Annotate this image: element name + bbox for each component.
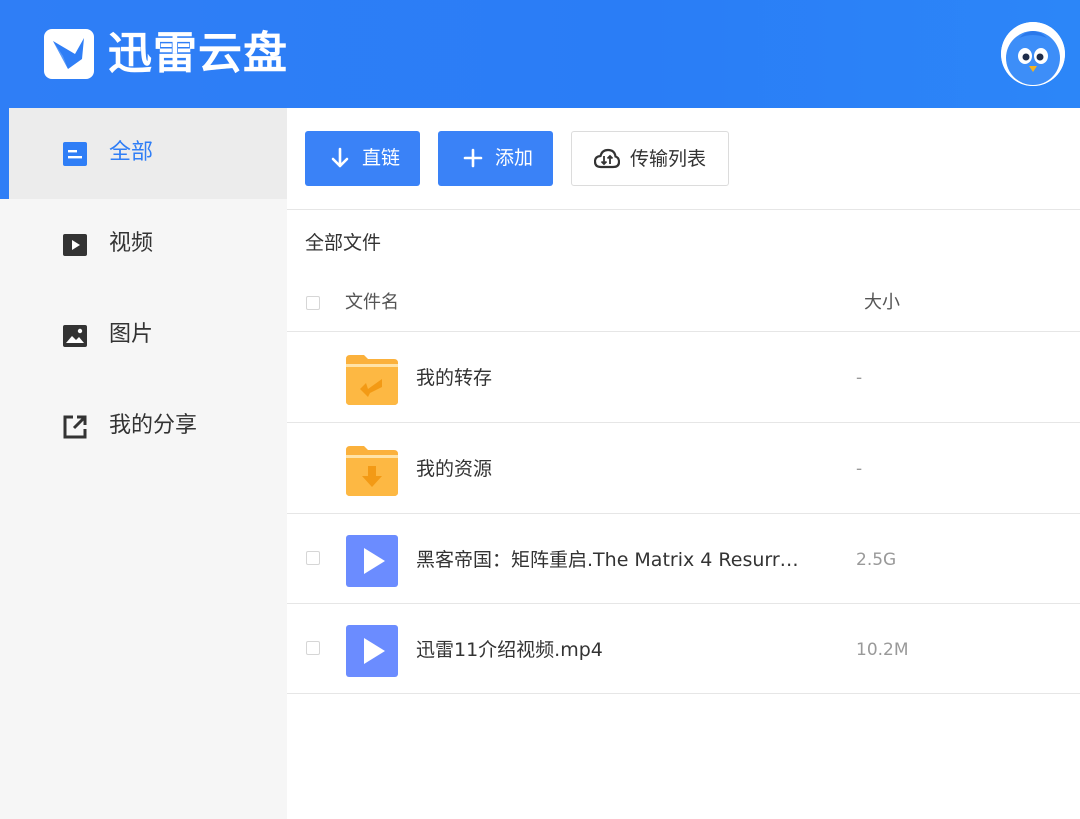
share-icon bbox=[63, 415, 87, 439]
folder-download-icon bbox=[346, 446, 398, 496]
cloud-transfer-icon bbox=[594, 148, 620, 169]
file-size: 10.2M bbox=[856, 640, 909, 660]
file-size: - bbox=[856, 459, 863, 479]
add-button[interactable]: 添加 bbox=[438, 131, 553, 186]
row-checkbox[interactable] bbox=[306, 551, 320, 565]
table-row[interactable]: 迅雷11介绍视频.mp4 10.2M bbox=[287, 604, 1080, 694]
row-checkbox[interactable] bbox=[306, 641, 320, 655]
transfer-list-button[interactable]: 传输列表 bbox=[571, 131, 729, 186]
direct-link-label: 直链 bbox=[362, 147, 401, 169]
file-list-icon bbox=[63, 142, 87, 166]
table-row[interactable]: 我的转存 - bbox=[287, 332, 1080, 422]
sidebar-item-label: 全部 bbox=[109, 140, 154, 165]
brand-title: 迅雷云盘 bbox=[108, 28, 288, 79]
arrow-down-icon bbox=[331, 147, 349, 168]
sidebar-item-my-shares[interactable]: 我的分享 bbox=[0, 381, 287, 472]
xunlei-bird-logo-icon[interactable] bbox=[44, 29, 94, 79]
add-label: 添加 bbox=[495, 147, 534, 169]
folder-transfer-icon bbox=[346, 355, 398, 405]
sidebar-item-label: 我的分享 bbox=[109, 413, 198, 438]
table-row[interactable]: 我的资源 - bbox=[287, 423, 1080, 513]
sidebar-item-images[interactable]: 图片 bbox=[0, 290, 287, 381]
video-icon bbox=[63, 234, 87, 256]
sidebar: 全部 视频 图片 我的分享 bbox=[0, 108, 287, 819]
breadcrumb: 全部文件 bbox=[305, 232, 382, 254]
plus-icon bbox=[463, 148, 483, 168]
column-header-size[interactable]: 大小 bbox=[864, 290, 900, 316]
file-name[interactable]: 我的资源 bbox=[416, 455, 492, 483]
sidebar-item-video[interactable]: 视频 bbox=[0, 199, 287, 290]
toolbar-divider bbox=[287, 209, 1080, 210]
file-size: - bbox=[856, 368, 863, 388]
app-header: 迅雷云盘 bbox=[0, 0, 1080, 108]
video-file-icon bbox=[346, 625, 398, 677]
table-row[interactable]: 黑客帝国：矩阵重启.The Matrix 4 Resurr… 2.5G bbox=[287, 514, 1080, 604]
file-size: 2.5G bbox=[856, 550, 897, 570]
file-name[interactable]: 迅雷11介绍视频.mp4 bbox=[416, 636, 603, 664]
sidebar-item-label: 视频 bbox=[109, 231, 154, 256]
column-header-name[interactable]: 文件名 bbox=[345, 290, 399, 316]
sidebar-item-label: 图片 bbox=[109, 322, 154, 347]
direct-link-button[interactable]: 直链 bbox=[305, 131, 420, 186]
sidebar-item-all[interactable]: 全部 bbox=[0, 108, 287, 199]
user-avatar[interactable] bbox=[1001, 22, 1065, 86]
divider bbox=[287, 693, 1080, 694]
file-name[interactable]: 黑客帝国：矩阵重启.The Matrix 4 Resurr… bbox=[416, 546, 799, 574]
transfer-list-label: 传输列表 bbox=[630, 148, 707, 170]
file-name[interactable]: 我的转存 bbox=[416, 364, 492, 392]
image-icon bbox=[63, 325, 87, 347]
select-all-checkbox[interactable] bbox=[306, 296, 320, 310]
video-file-icon bbox=[346, 535, 398, 587]
